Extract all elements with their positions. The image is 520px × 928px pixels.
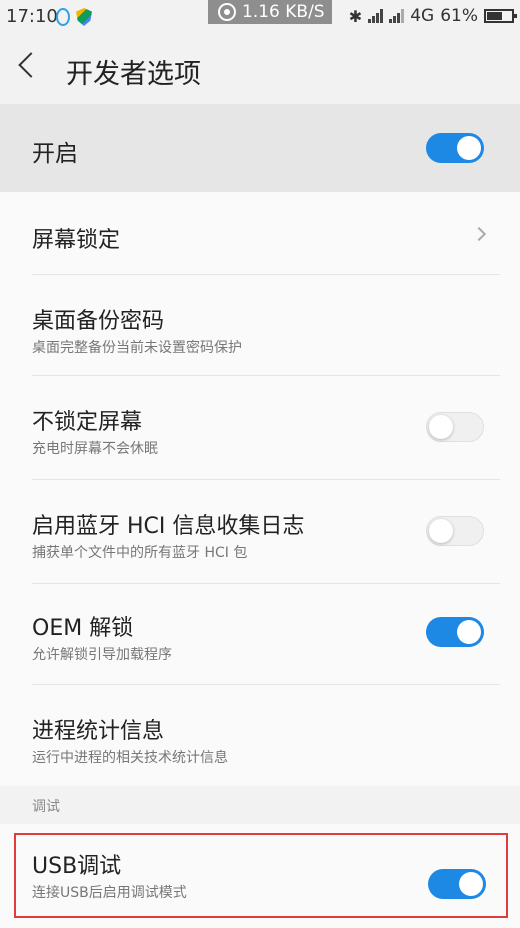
qq-notification-icon [56,8,70,26]
master-toggle-label: 开启 [32,141,78,167]
list-item-subtitle: 运行中进程的相关技术统计信息 [32,750,228,766]
network-type: 4G [410,6,435,26]
list-item-title: 进程统计信息 [32,719,165,744]
list-item-process-stats[interactable]: 进程统计信息 运行中进程的相关技术统计信息 [0,685,520,786]
list-item-bluetooth-hci-log[interactable]: 启用蓝牙 HCI 信息收集日志 捕获单个文件中的所有蓝牙 HCI 包 [0,480,520,584]
section-header-debug: 调试 [0,786,520,824]
hotspot-icon [218,3,236,21]
status-time: 17:10 [6,6,58,27]
status-bar: 17:10 1.16 KB/S ✱ 4G 61% [0,0,520,34]
signal-icon-1 [368,9,384,23]
list-item-stay-awake[interactable]: 不锁定屏幕 充电时屏幕不会休眠 [0,376,520,480]
list-item-subtitle: 捕获单个文件中的所有蓝牙 HCI 包 [32,545,248,561]
list-item-title: 不锁定屏幕 [32,410,143,435]
master-toggle-switch[interactable] [426,133,484,163]
battery-percent: 61% [440,6,478,26]
page-title: 开发者选项 [66,59,201,90]
chevron-right-icon [471,226,487,242]
bluetooth-hci-log-toggle[interactable] [426,516,484,546]
app-header: 开发者选项 [0,34,520,104]
highlight-box [14,833,508,918]
oem-unlock-toggle[interactable] [426,617,484,647]
list-item-oem-unlock[interactable]: OEM 解锁 允许解锁引导加载程序 [0,584,520,685]
list-item-subtitle: 桌面完整备份当前未设置密码保护 [32,340,242,356]
developer-options-master-toggle-row[interactable]: 开启 [0,104,520,192]
list-item-subtitle: 充电时屏幕不会休眠 [32,441,158,457]
list-item-backup-password[interactable]: 桌面备份密码 桌面完整备份当前未设置密码保护 [0,275,520,376]
battery-icon [484,9,517,23]
list-item-title: 启用蓝牙 HCI 信息收集日志 [32,514,305,539]
net-speed-text: 1.16 KB/S [242,2,325,22]
signal-icon-2 [389,9,405,23]
settings-list: 屏幕锁定 桌面备份密码 桌面完整备份当前未设置密码保护 不锁定屏幕 充电时屏幕不… [0,192,520,786]
status-right-icons: ✱ 4G 61% [348,5,517,27]
chevron-left-icon[interactable] [18,52,44,78]
section-header-label: 调试 [32,799,60,815]
security-notification-icon [76,8,92,26]
list-item-screen-lock[interactable]: 屏幕锁定 [0,192,520,275]
list-item-title: OEM 解锁 [32,616,134,641]
list-item-subtitle: 允许解锁引导加载程序 [32,647,172,663]
list-item-title: 桌面备份密码 [32,309,165,334]
net-speed-indicator: 1.16 KB/S [208,0,332,24]
stay-awake-toggle[interactable] [426,412,484,442]
list-item-title: 屏幕锁定 [32,228,121,253]
bluetooth-icon: ✱ [348,6,363,26]
